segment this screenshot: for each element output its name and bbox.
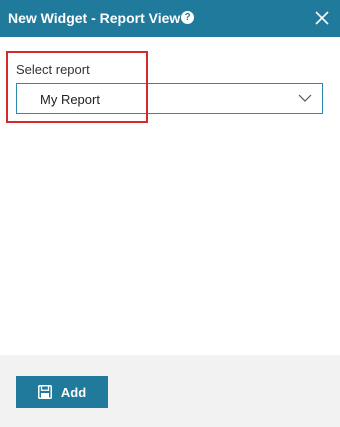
save-icon [37,385,52,399]
select-report-label: Select report [16,62,90,77]
dialog-footer: Add [0,355,340,427]
chevron-down-icon [298,94,312,102]
close-icon[interactable] [313,9,331,27]
add-button[interactable]: Add [16,376,108,408]
report-select[interactable]: My Report [16,83,323,114]
help-icon[interactable]: ? [181,11,194,24]
new-widget-dialog: New Widget - Report View ? Select report… [0,0,340,427]
add-button-label: Add [60,384,87,400]
report-select-value: My Report [40,92,100,107]
dialog-header: New Widget - Report View ? [0,0,340,37]
dialog-title: New Widget - Report View [8,10,181,26]
